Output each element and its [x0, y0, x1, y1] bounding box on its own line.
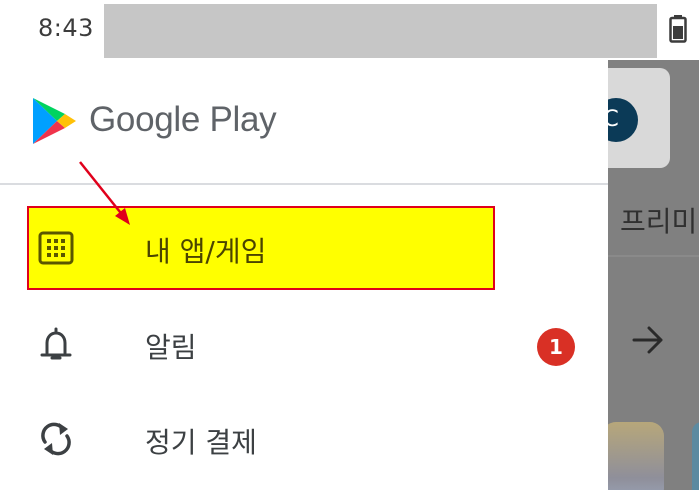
arrow-right-icon: [632, 326, 663, 354]
apps-grid-icon: [38, 231, 74, 265]
menu-item-label: 알림: [145, 331, 197, 364]
menu-item-label: 내 앱/게임: [145, 235, 267, 268]
menu-item-notifications[interactable]: 알림 1: [0, 300, 608, 392]
battery-icon: [669, 15, 687, 43]
status-bar: 8:43: [0, 0, 699, 60]
background-thumbnail: [608, 422, 664, 490]
background-thumbnail: [692, 422, 699, 490]
menu-item-label: 정기 결제: [145, 426, 257, 459]
avatar: C: [608, 98, 638, 142]
background-card: C: [608, 68, 670, 168]
sync-icon: [41, 422, 71, 456]
navigation-drawer: Google Play 내 앱/게임 알림 1 정기 결제: [0, 60, 608, 490]
background-premium-text: 프리미: [620, 205, 698, 238]
status-time: 8:43: [38, 14, 94, 42]
background-app-scrim[interactable]: C 프리미: [608, 60, 699, 490]
redacted-area: [104, 4, 657, 58]
divider: [0, 183, 608, 185]
menu-item-subscriptions[interactable]: 정기 결제: [0, 395, 608, 487]
background-divider: [608, 255, 699, 257]
brand-name: Google Play: [89, 100, 277, 139]
menu-item-my-apps-games[interactable]: 내 앱/게임: [0, 206, 608, 292]
google-play-logo-icon: [33, 98, 76, 144]
notification-badge: 1: [537, 328, 575, 366]
bell-icon: [40, 327, 72, 360]
